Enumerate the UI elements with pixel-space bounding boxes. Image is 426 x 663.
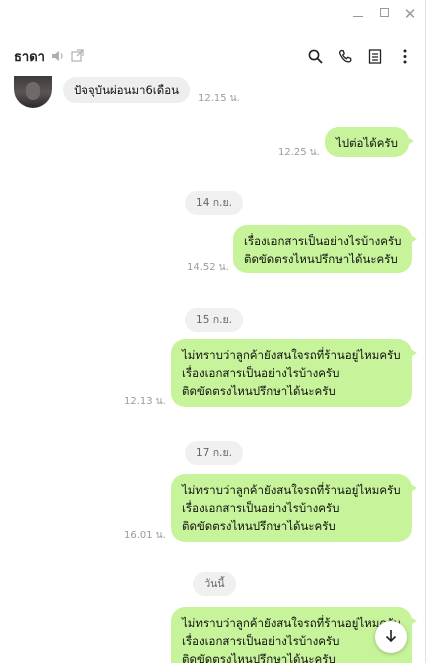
message-bubble-incoming[interactable]: ปัจจุบันผ่อนมา6เดือน <box>63 77 190 103</box>
message-time: 12.15 น. <box>198 93 240 104</box>
date-separator: 15 ก.ย. <box>185 308 243 332</box>
contact-name[interactable]: ธาดา <box>14 46 45 67</box>
more-vertical-icon[interactable] <box>397 48 413 64</box>
maximize-icon[interactable] <box>377 6 391 21</box>
message-time: 12.25 น. <box>278 147 320 158</box>
message-bubble-outgoing[interactable]: เรื่องเอกสารเป็นอย่างไรบ้างครับ ติดขัดตร… <box>233 225 418 273</box>
search-icon[interactable] <box>307 48 323 64</box>
message-bubble-outgoing[interactable]: ไม่ทราบว่าลูกค้ายังสนใจรถที่ร้านอยู่ไหมค… <box>171 474 417 542</box>
date-separator: 17 ก.ย. <box>185 441 243 465</box>
external-link-icon[interactable] <box>71 47 84 66</box>
message-list[interactable]: ปัจจุบันผ่อนมา6เดือน 12.15 น. ไปต่อได้คร… <box>0 72 425 663</box>
scroll-to-bottom-button[interactable] <box>375 621 407 653</box>
arrow-down-icon <box>385 628 397 647</box>
minimize-icon[interactable] <box>351 6 365 21</box>
date-separator: 14 ก.ย. <box>185 191 243 215</box>
speaker-icon[interactable] <box>51 47 65 66</box>
window-controls: ✕ <box>351 6 417 21</box>
date-separator: วันนี้ <box>193 572 236 596</box>
message-time: 12.13 น. <box>124 396 166 407</box>
avatar[interactable] <box>14 76 52 108</box>
phone-icon[interactable] <box>337 48 353 64</box>
close-icon[interactable]: ✕ <box>403 6 417 21</box>
chat-window: ✕ ธาดา ปัจจุบันผ่อนมา6เดือน 12.15 น. ไปต… <box>0 0 426 663</box>
notes-icon[interactable] <box>367 48 383 64</box>
message-time: 14.52 น. <box>187 262 229 273</box>
message-bubble-outgoing[interactable]: ไม่ทราบว่าลูกค้ายังสนใจรถที่ร้านอยู่ไหมค… <box>171 339 417 407</box>
message-time: 16.01 น. <box>124 530 166 541</box>
message-bubble-outgoing[interactable]: ไปต่อได้ครับ <box>325 127 414 157</box>
chat-header: ธาดา <box>0 40 425 72</box>
